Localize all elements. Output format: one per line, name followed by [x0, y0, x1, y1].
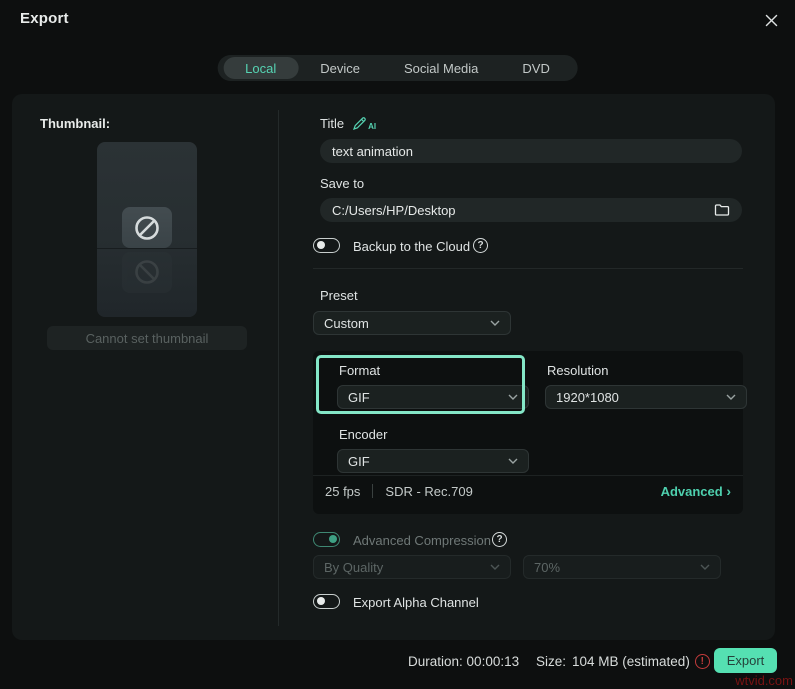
save-to-path: C:/Users/HP/Desktop [332, 202, 456, 218]
title-label: Title [320, 116, 345, 131]
preset-label: Preset [320, 288, 358, 303]
blocked-icon-reflection [122, 252, 172, 293]
export-alpha-label: Export Alpha Channel [353, 595, 479, 610]
footer-bar: Duration: 00:00:13 Size: 104 MB (estimat… [0, 640, 795, 689]
duration-value: 00:00:13 [466, 654, 520, 669]
export-settings-panel: Thumbnail: Cannot set thumbnail Title AI… [12, 94, 775, 640]
thumbnail-label: Thumbnail: [40, 116, 111, 131]
chevron-down-icon [490, 320, 500, 326]
blocked-icon [122, 207, 172, 248]
tab-device[interactable]: Device [298, 57, 382, 79]
format-dropdown[interactable]: GIF [337, 385, 529, 409]
tab-social-media[interactable]: Social Media [382, 57, 500, 79]
cannot-set-thumbnail-button[interactable]: Cannot set thumbnail [47, 326, 247, 350]
preset-dropdown[interactable]: Custom [313, 311, 511, 335]
save-to-label: Save to [320, 176, 365, 191]
resolution-label: Resolution [547, 363, 609, 378]
watermark-text: wtvid.com [735, 673, 793, 688]
advanced-link[interactable]: Advanced › [661, 483, 731, 499]
preset-value: Custom [324, 315, 369, 331]
color-space-value: SDR - Rec.709 [385, 483, 473, 499]
format-label: Format [339, 363, 381, 378]
chevron-down-icon [700, 564, 710, 570]
thumbnail-reflection-line [97, 248, 197, 249]
export-alpha-toggle[interactable] [313, 594, 340, 609]
format-value: GIF [348, 389, 370, 405]
chevron-right-icon: › [726, 483, 731, 499]
size-value: 104 MB (estimated) [572, 654, 690, 669]
duration-info: Duration: 00:00:13 [408, 654, 519, 669]
ai-edit-title-icon[interactable]: AI [352, 116, 376, 131]
advanced-compression-label: Advanced Compression [353, 533, 492, 548]
quality-mode-value: By Quality [324, 559, 384, 575]
fps-separator [372, 484, 374, 498]
format-settings-panel: Format GIF Resolution 1920*1080 Encoder … [313, 351, 747, 514]
chevron-down-icon [490, 564, 500, 570]
fps-row-divider [313, 475, 743, 476]
tab-local[interactable]: Local [223, 57, 299, 79]
backup-cloud-toggle[interactable] [313, 238, 340, 253]
backup-cloud-label: Backup to the Cloud [353, 239, 471, 254]
duration-label: Duration: [408, 654, 463, 669]
size-warning-icon[interactable]: ! [694, 654, 710, 669]
thumbnail-preview [97, 142, 197, 317]
browse-folder-icon[interactable] [714, 203, 730, 217]
chevron-down-icon [508, 458, 518, 464]
fps-value: 25 fps [325, 483, 361, 499]
export-target-tabs: Local Device Social Media DVD [217, 55, 578, 81]
close-icon[interactable] [759, 8, 783, 32]
encoder-dropdown[interactable]: GIF [337, 449, 529, 473]
resolution-value: 1920*1080 [556, 389, 619, 405]
column-divider [278, 110, 279, 626]
size-label: Size: [536, 654, 567, 669]
save-to-input[interactable]: C:/Users/HP/Desktop [320, 198, 742, 222]
advanced-compression-toggle[interactable] [313, 532, 340, 547]
chevron-down-icon [726, 394, 736, 400]
encoder-value: GIF [348, 453, 370, 469]
compression-help-icon[interactable]: ? [492, 532, 507, 547]
quality-mode-dropdown[interactable]: By Quality [313, 555, 511, 579]
chevron-down-icon [508, 394, 518, 400]
size-info: Size: 104 MB (estimated) ! [536, 654, 710, 669]
tab-dvd[interactable]: DVD [500, 57, 571, 79]
encoder-label: Encoder [339, 427, 388, 442]
backup-help-icon[interactable]: ? [473, 238, 488, 253]
quality-percent-dropdown[interactable]: 70% [523, 555, 721, 579]
quality-percent-value: 70% [534, 559, 561, 575]
export-dialog: { "window": { "title": "Export", "close_… [0, 0, 795, 689]
dialog-title: Export [20, 10, 69, 27]
export-button[interactable]: Export [714, 648, 777, 673]
section-divider [313, 268, 743, 269]
resolution-dropdown[interactable]: 1920*1080 [545, 385, 747, 409]
title-input[interactable]: text animation [320, 139, 742, 163]
